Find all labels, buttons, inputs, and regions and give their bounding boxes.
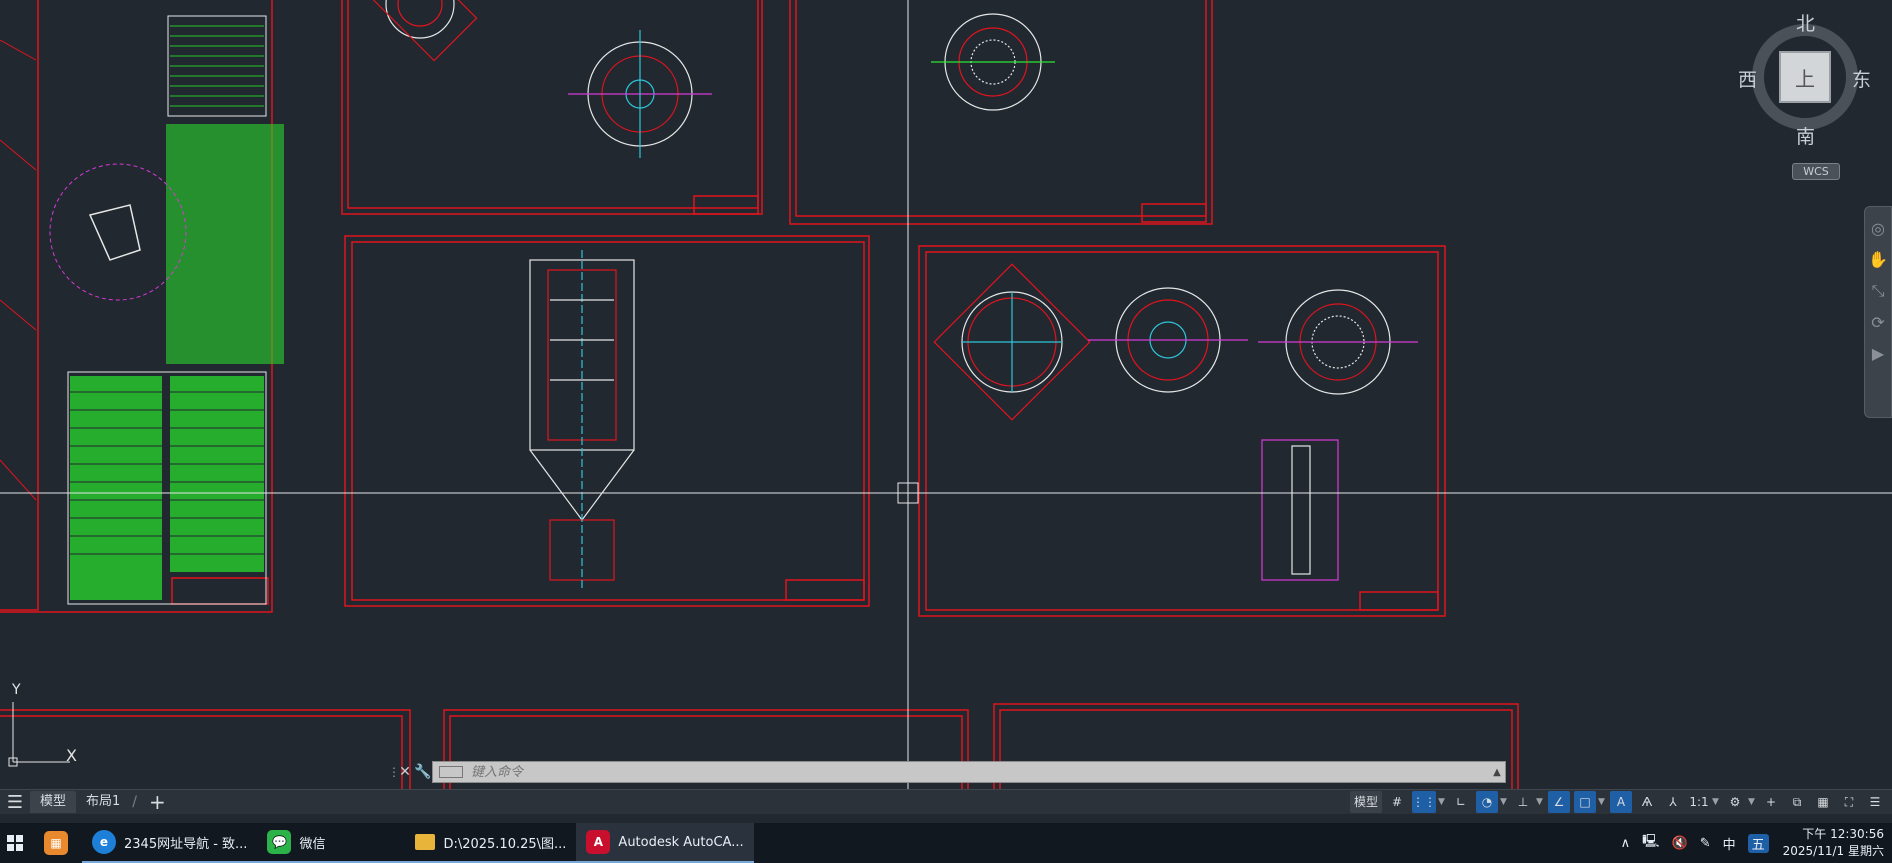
drawing-canvas[interactable]: Y X 上 北 南 东 西 WCS ◎ ✋ ⤡ ⟳ ▶ ⋮ ✕ 🔧 ▲ xyxy=(0,0,1892,789)
sheet-frame-top-2 xyxy=(789,0,1213,225)
polar-tracking-icon[interactable]: ◔ xyxy=(1476,791,1498,813)
viewcube[interactable]: 上 北 南 东 西 xyxy=(1738,9,1871,148)
edge-browser-icon: e xyxy=(92,830,116,854)
vessel-elevation-drawing xyxy=(529,250,1339,590)
taskbar-app-explorer[interactable]: D:\2025.10.25\图... xyxy=(405,823,577,863)
workspace-gear-icon[interactable]: ⚙ xyxy=(1724,791,1746,813)
navigation-bar[interactable]: ◎ ✋ ⤡ ⟳ ▶ xyxy=(1864,206,1892,418)
clock-time: 下午 12:30:56 xyxy=(1802,827,1884,841)
object-snap-tracking-icon[interactable]: ∠ xyxy=(1548,791,1570,813)
taskbar-app-label: D:\2025.10.25\图... xyxy=(443,836,567,852)
object-snap-icon[interactable]: □ xyxy=(1574,791,1596,813)
ortho-icon[interactable]: ∟ xyxy=(1450,791,1472,813)
show-hidden-icons-chevron-up-icon[interactable]: ∧ xyxy=(1615,836,1637,851)
volume-muted-icon[interactable]: 🔇 xyxy=(1666,836,1694,851)
store-icon: ▦ xyxy=(44,831,68,855)
title-block xyxy=(693,195,759,215)
customize-wrench-icon[interactable]: 🔧 xyxy=(414,761,432,783)
compass-south[interactable]: 南 xyxy=(1796,122,1815,149)
ucs-x-label: X xyxy=(66,746,77,765)
ime-mode-icon[interactable]: 五 xyxy=(1747,833,1769,853)
command-input-box[interactable]: ▲ xyxy=(432,761,1506,783)
tab-separator: / xyxy=(132,794,138,810)
clock-date: 2025/11/1 星期六 xyxy=(1782,844,1884,858)
steering-wheel-icon[interactable]: ◎ xyxy=(1865,219,1891,238)
annotation-scale-value[interactable]: 1:1 xyxy=(1688,791,1710,813)
compass-west[interactable]: 西 xyxy=(1738,65,1757,92)
add-layout-button[interactable]: + xyxy=(139,790,176,814)
chevron-down-icon[interactable]: ▼ xyxy=(1536,797,1546,807)
wechat-icon: 💬 xyxy=(267,830,292,854)
viewcube-top-face[interactable]: 上 xyxy=(1779,51,1831,103)
pan-icon[interactable]: ✋ xyxy=(1865,250,1891,269)
command-prompt-icon[interactable] xyxy=(439,766,463,778)
windows-logo-icon xyxy=(7,835,23,851)
grid-icon[interactable]: # xyxy=(1386,791,1408,813)
taskbar-app-label: Autodesk AutoCA... xyxy=(618,834,744,850)
windows-taskbar: ▦ e 2345网址导航 - 致... 💬 微信 D:\2025.10.25\图… xyxy=(0,823,1892,863)
chevron-down-icon[interactable]: ▼ xyxy=(1500,797,1510,807)
ucs-y-label: Y xyxy=(12,682,21,698)
taskbar-app-label: 微信 xyxy=(299,836,326,852)
annotation-visibility-icon[interactable]: A xyxy=(1610,791,1632,813)
taskbar-app-browser[interactable]: e 2345网址导航 - 致... xyxy=(82,823,258,863)
compass-north[interactable]: 北 xyxy=(1796,9,1815,36)
tab-model[interactable]: 模型 xyxy=(30,791,77,813)
chevron-down-icon[interactable]: ▼ xyxy=(1438,797,1448,807)
system-clock[interactable]: 下午 12:30:56 2025/11/1 星期六 xyxy=(1775,826,1892,860)
model-space-toggle[interactable]: 模型 xyxy=(1349,791,1382,813)
pen-icon[interactable]: ✎ xyxy=(1694,836,1717,851)
plan-view-drawings xyxy=(362,0,1418,421)
windows-start-button[interactable] xyxy=(0,823,30,863)
zoom-extents-icon[interactable]: ⤡ xyxy=(1865,281,1891,301)
close-icon[interactable]: ✕ xyxy=(396,761,414,783)
sheet-frame-middle-2 xyxy=(918,245,1446,617)
command-line[interactable]: ⋮ ✕ 🔧 ▲ xyxy=(388,760,1506,784)
fullscreen-icon[interactable]: ⛶ xyxy=(1838,791,1860,813)
showmotion-icon[interactable]: ▶ xyxy=(1865,344,1891,363)
command-line-grip[interactable]: ⋮ xyxy=(388,763,400,781)
layout-menu-icon[interactable]: ☰ xyxy=(0,792,30,813)
folder-icon xyxy=(415,834,436,850)
compass-east[interactable]: 东 xyxy=(1852,65,1871,92)
customization-menu-icon[interactable]: ☰ xyxy=(1864,791,1886,813)
chevron-down-icon[interactable]: ▼ xyxy=(1712,797,1722,807)
ucs-icon: Y X xyxy=(8,682,88,770)
cad-drawing xyxy=(0,0,1892,789)
isolate-objects-icon[interactable]: ⧉ xyxy=(1786,791,1808,813)
autocad-icon: A xyxy=(586,830,611,854)
layout-tab-bar: ☰ 模型 布局1 / + 模型 # ⋮⋮ ▼ ∟ ◔ ▼ ⊥ ▼ ∠ □ ▼ A… xyxy=(0,789,1892,814)
taskbar-app-autocad[interactable]: A Autodesk AutoCA... xyxy=(576,823,754,863)
wcs-menu-button[interactable]: WCS xyxy=(1792,163,1840,180)
tab-layout1[interactable]: 布局1 xyxy=(76,791,130,813)
sheet-frame-middle-1 xyxy=(344,235,870,607)
taskbar-store-app[interactable]: ▦ xyxy=(30,823,82,863)
snap-icon[interactable]: ⋮⋮ xyxy=(1412,791,1436,813)
taskbar-app-wechat[interactable]: 💬 微信 xyxy=(257,823,406,863)
network-icon[interactable]: 🖳 xyxy=(1636,832,1665,854)
plus-icon[interactable]: + xyxy=(1760,791,1782,813)
command-history-arrow-icon[interactable]: ▲ xyxy=(1489,767,1505,778)
crosshair-cursor xyxy=(0,0,1892,789)
parts-tables xyxy=(0,15,284,605)
chevron-down-icon[interactable]: ▼ xyxy=(1598,797,1608,807)
annotation-scale-icon[interactable]: ⅄ xyxy=(1662,791,1684,813)
ime-language-indicator[interactable]: 中 xyxy=(1717,834,1742,853)
system-tray: ∧ 🖳 🔇 ✎ 中 五 下午 12:30:56 2025/11/1 星期六 xyxy=(1615,823,1892,863)
taskbar-app-label: 2345网址导航 - 致... xyxy=(124,836,248,852)
status-bar: 模型 # ⋮⋮ ▼ ∟ ◔ ▼ ⊥ ▼ ∠ □ ▼ A Ѧ ⅄ 1:1 ▼ ⚙ … xyxy=(1348,790,1892,815)
chevron-down-icon[interactable]: ▼ xyxy=(1748,797,1758,807)
hardware-acceleration-icon[interactable]: ▦ xyxy=(1812,791,1834,813)
annotation-autoscale-icon[interactable]: Ѧ xyxy=(1636,791,1658,813)
isodraft-icon[interactable]: ⊥ xyxy=(1512,791,1534,813)
command-input[interactable] xyxy=(471,764,1489,780)
orbit-icon[interactable]: ⟳ xyxy=(1865,313,1891,332)
